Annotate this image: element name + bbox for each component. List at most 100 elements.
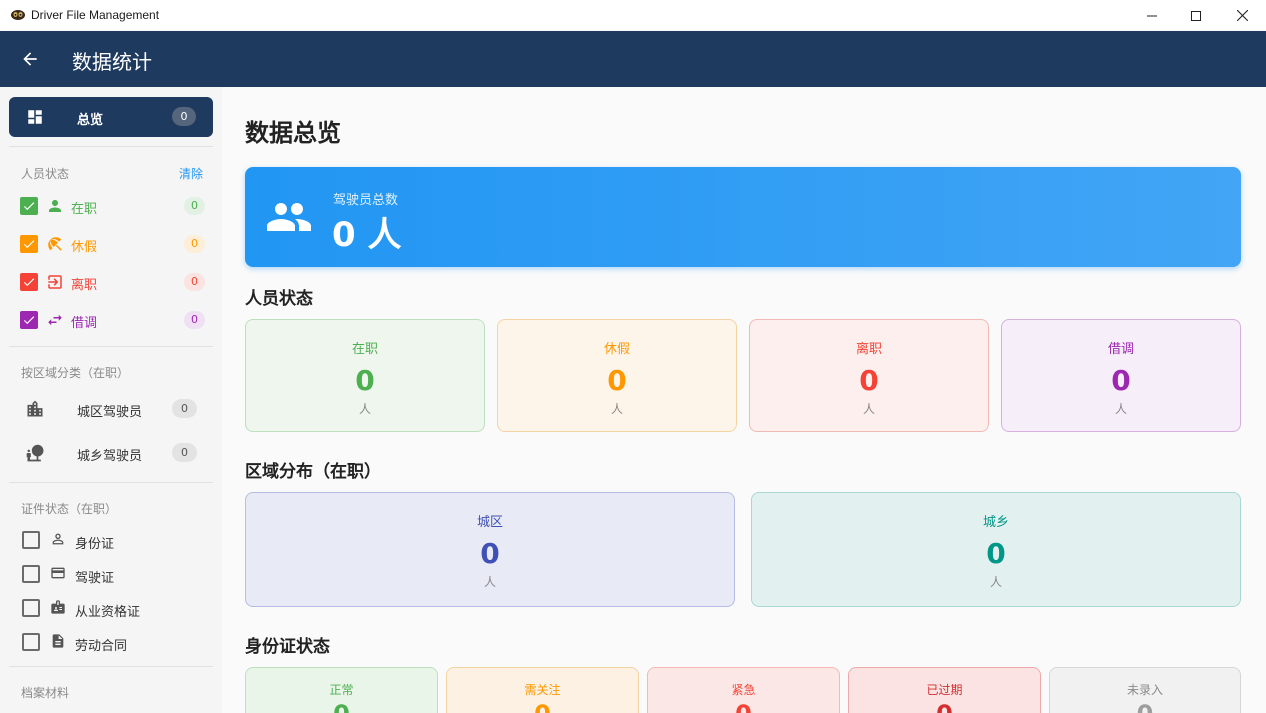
- card-label: 城区: [476, 515, 503, 530]
- status-label: 离职: [71, 278, 98, 293]
- page-title: 数据总览: [245, 119, 341, 147]
- maximize-button[interactable]: [1173, 0, 1219, 31]
- page-header-title: 数据统计: [72, 50, 152, 74]
- sidebar-item-city-drivers[interactable]: 城区驾驶员 0: [20, 396, 210, 422]
- badge-icon: [51, 600, 65, 614]
- card-unit: 人: [1114, 402, 1127, 416]
- checkbox-checked[interactable]: [20, 197, 38, 215]
- status-label: 休假: [71, 240, 98, 255]
- card-value: 0: [246, 700, 437, 713]
- status-label: 借调: [71, 316, 98, 331]
- total-value: 0 人: [332, 215, 402, 255]
- cert-label: 驾驶证: [75, 571, 115, 586]
- credit-card-icon: [51, 567, 65, 579]
- count-badge: 0: [172, 107, 196, 126]
- card-value: 0: [480, 537, 500, 570]
- status-card-on-duty[interactable]: 在职 0 人: [245, 319, 485, 432]
- id-status-card-expired[interactable]: 已过期 0: [848, 667, 1041, 713]
- card-label: 城乡: [982, 515, 1009, 530]
- checkbox-checked[interactable]: [20, 235, 38, 253]
- check-icon: [23, 316, 35, 325]
- card-unit: 人: [358, 402, 371, 416]
- sidebar-item-seconded[interactable]: 借调 0: [20, 309, 210, 331]
- checkbox-checked[interactable]: [20, 273, 38, 291]
- section-title-region: 按区域分类（在职）: [21, 366, 130, 380]
- id-status-card-missing[interactable]: 未录入 0: [1049, 667, 1241, 713]
- check-icon: [23, 202, 35, 211]
- maximize-icon: [1191, 10, 1201, 21]
- card-label: 已过期: [926, 683, 963, 697]
- cert-label: 从业资格证: [75, 605, 141, 620]
- card-label: 需关注: [524, 683, 561, 697]
- card-label: 正常: [329, 683, 354, 697]
- sidebar-item-driver-license[interactable]: 驾驶证: [22, 563, 212, 586]
- people-icon: [267, 203, 311, 231]
- app-header: 数据统计: [0, 31, 1266, 87]
- dashboard-icon: [28, 110, 42, 124]
- check-icon: [23, 240, 35, 249]
- card-unit: 人: [483, 575, 496, 589]
- cert-label: 身份证: [75, 537, 115, 552]
- card-label: 休假: [603, 342, 630, 357]
- checkbox-unchecked[interactable]: [22, 633, 40, 651]
- status-card-vacation[interactable]: 休假 0 人: [497, 319, 737, 432]
- sidebar-item-labor-contract[interactable]: 劳动合同: [22, 631, 212, 654]
- status-label: 在职: [71, 202, 98, 217]
- sidebar-item-on-duty[interactable]: 在职 0: [20, 195, 210, 217]
- divider: [9, 146, 213, 147]
- section-heading-region: 区域分布（在职）: [245, 462, 381, 482]
- sidebar-item-rural-drivers[interactable]: 城乡驾驶员 0: [20, 440, 210, 466]
- card-value: 0: [648, 700, 839, 713]
- total-label: 驾驶员总数: [333, 193, 399, 208]
- checkbox-unchecked[interactable]: [22, 565, 40, 583]
- status-card-seconded[interactable]: 借调 0 人: [1001, 319, 1241, 432]
- card-unit: 人: [862, 402, 875, 416]
- close-button[interactable]: [1219, 0, 1265, 31]
- section-title-archive: 档案材料: [21, 686, 70, 700]
- region-label: 城区驾驶员: [77, 405, 143, 420]
- card-value: 0: [859, 364, 879, 397]
- back-button[interactable]: [16, 45, 44, 73]
- card-label: 紧急: [731, 683, 756, 697]
- app-window: Driver File Management 数据统计 总览 0 人员状态 清除: [0, 0, 1266, 713]
- main-content: 数据总览 驾驶员总数 0 人 人员状态 在职 0 人 休假 0 人 离职 0 人…: [222, 87, 1266, 713]
- checkbox-checked[interactable]: [20, 311, 38, 329]
- section-heading-status: 人员状态: [245, 289, 313, 309]
- beach-umbrella-icon: [48, 237, 62, 251]
- arrow-left-icon: [23, 52, 37, 66]
- count-badge: 0: [184, 197, 205, 215]
- count-badge: 0: [172, 399, 197, 418]
- card-value: 0: [1050, 700, 1240, 713]
- person-outline-icon: [52, 533, 64, 545]
- card-unit: 人: [989, 575, 1002, 589]
- divider: [9, 346, 213, 347]
- description-icon: [52, 634, 64, 648]
- region-card-rural[interactable]: 城乡 0 人: [751, 492, 1241, 607]
- card-value: 0: [1111, 364, 1131, 397]
- sidebar-item-qualification[interactable]: 从业资格证: [22, 597, 212, 620]
- minimize-button[interactable]: [1129, 0, 1175, 31]
- id-status-card-normal[interactable]: 正常 0: [245, 667, 438, 713]
- region-card-city[interactable]: 城区 0 人: [245, 492, 735, 607]
- sidebar-item-resigned[interactable]: 离职 0: [20, 271, 210, 293]
- id-status-card-urgent[interactable]: 紧急 0: [647, 667, 840, 713]
- clear-filter-link[interactable]: 清除: [179, 165, 203, 182]
- sidebar-item-vacation[interactable]: 休假 0: [20, 233, 210, 255]
- divider: [9, 482, 213, 483]
- id-status-card-attention[interactable]: 需关注 0: [446, 667, 639, 713]
- card-label: 在职: [351, 342, 378, 357]
- checkbox-unchecked[interactable]: [22, 599, 40, 617]
- sidebar: 总览 0 人员状态 清除 在职 0 休假 0 离职 0 借调 0 按区域分类（在…: [0, 87, 222, 713]
- sidebar-item-label: 总览: [77, 113, 104, 128]
- sidebar-item-overview[interactable]: 总览 0: [9, 97, 213, 137]
- divider: [9, 666, 213, 667]
- sidebar-item-id-card[interactable]: 身份证: [22, 529, 212, 552]
- city-icon: [27, 400, 43, 417]
- count-badge: 0: [184, 235, 205, 253]
- app-logo-icon: [11, 10, 25, 20]
- exit-icon: [48, 275, 62, 289]
- card-value: 0: [447, 700, 638, 713]
- checkbox-unchecked[interactable]: [22, 531, 40, 549]
- card-value: 0: [986, 537, 1006, 570]
- status-card-resigned[interactable]: 离职 0 人: [749, 319, 989, 432]
